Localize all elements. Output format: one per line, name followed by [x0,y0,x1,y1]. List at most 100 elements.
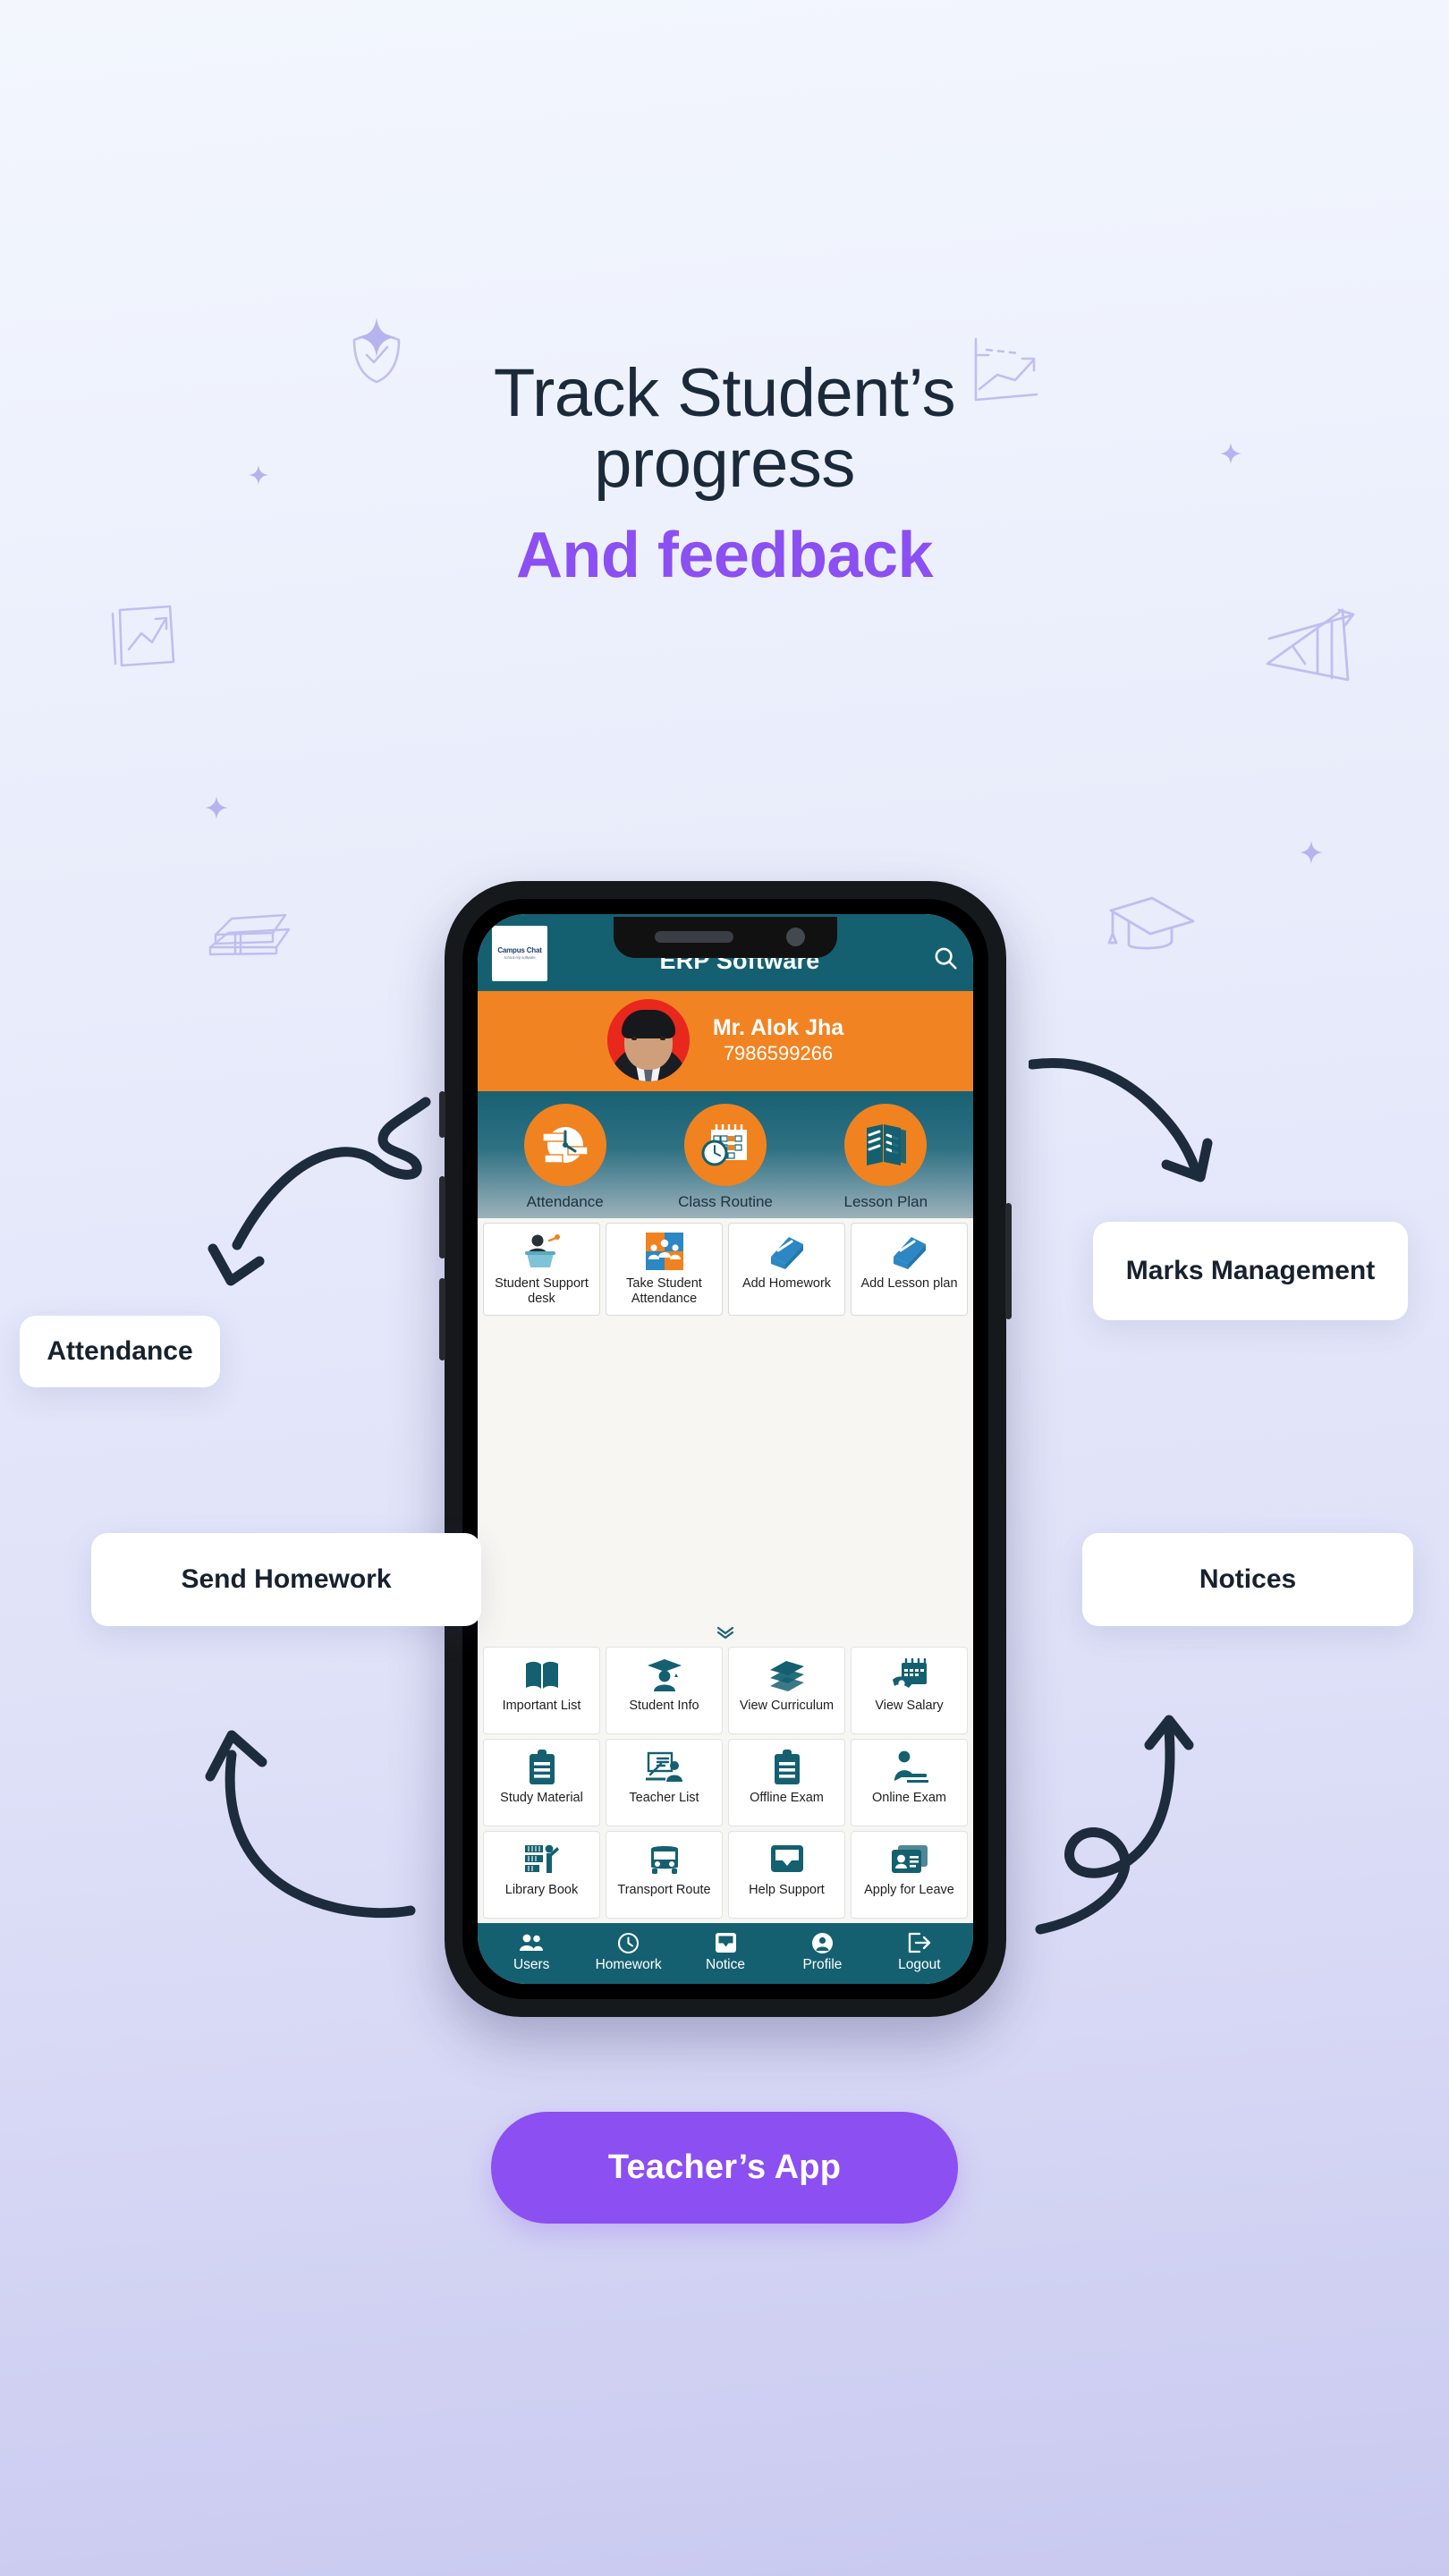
menu-item-teacher-list[interactable]: Teacher List [606,1739,723,1826]
app-logo: Campus Chat school erp software [492,926,547,981]
phone-mute-button[interactable] [439,1091,445,1138]
menu-grid-row: Study Material Teacher List Offline Exam… [483,1739,968,1826]
app-logo-text: Campus Chat [497,946,542,955]
id-card-icon [891,1840,928,1879]
quick-action-card[interactable]: Add Lesson plan [851,1223,968,1316]
clipboard-icon [773,1748,801,1787]
phone-notch [614,917,837,958]
book-icon [767,1231,807,1272]
logout-icon [871,1930,968,1955]
menu-item-label: Student Info [629,1699,699,1713]
quick-action-card[interactable]: Take Student Attendance [606,1223,723,1316]
sparkle-icon [205,796,228,824]
menu-grid: Important List Student Info View Curricu… [478,1647,973,1923]
inbox-icon [677,1930,774,1955]
profile-name: Mr. Alok Jha [712,1014,844,1040]
users-icon [483,1930,580,1955]
menu-item-label: Library Book [504,1883,579,1897]
profile-phone: 7986599266 [723,1042,834,1065]
person-icon [774,1930,870,1955]
clock-icon [580,1930,676,1955]
menu-item-label: Transport Route [617,1883,711,1897]
book-stack-icon [768,1656,806,1695]
bus-icon [648,1840,682,1879]
quick-action-label: Student Support desk [495,1276,589,1307]
phone-mockup: Campus Chat school erp software ERP Soft… [439,881,1012,2017]
menu-item-view-curriculum[interactable]: View Curriculum [728,1647,845,1734]
teacher-board-icon [645,1748,684,1787]
phone-power-button[interactable] [1005,1203,1012,1319]
nav-item-label: Profile [802,1957,843,1972]
bottom-navigation: Users Homework Notice Profile Logout [478,1923,973,1984]
menu-item-label: Help Support [749,1883,825,1897]
teachers-app-button[interactable]: Teacher’s App [491,2112,958,2224]
hero-line-1: Track Student’s [493,355,956,431]
hero-line-2: progress [594,426,855,503]
podium-speaker-icon [522,1231,562,1272]
search-icon[interactable] [932,945,959,976]
hero-line-3: And feedback [515,520,934,592]
photo-chart-book-icon [107,590,190,673]
nav-item-profile[interactable]: Profile [774,1930,870,1973]
menu-item-transport-route[interactable]: Transport Route [606,1831,723,1919]
menu-item-label: Apply for Leave [864,1883,954,1897]
feature-label: Class Routine [678,1193,773,1210]
curved-arrow-icon [192,1699,425,1936]
menu-grid-row: Important List Student Info View Curricu… [483,1647,968,1734]
app-logo-subtext: school erp software [504,955,536,961]
callout-notices[interactable]: Notices [1082,1533,1413,1626]
menu-item-view-salary[interactable]: View Salary [851,1647,968,1734]
menu-item-online-exam[interactable]: Online Exam [851,1739,968,1826]
calendar-clock-icon [683,1104,767,1186]
feature-lesson-plan[interactable]: Lesson Plan [807,1104,966,1211]
chevron-double-down-icon[interactable] [478,1624,973,1647]
nav-item-homework[interactable]: Homework [580,1930,676,1973]
quick-action-label: Add Homework [741,1276,832,1291]
feature-circle-row: Attendance Class Routine Lesson Plan [478,1091,973,1218]
menu-item-apply-for-leave[interactable]: Apply for Leave [851,1831,968,1919]
menu-item-important-list[interactable]: Important List [483,1647,600,1734]
students-group-icon [645,1231,683,1272]
profile-strip[interactable]: Mr. Alok Jha 7986599266 [478,991,973,1091]
feature-label: Attendance [526,1193,604,1210]
menu-item-label: Teacher List [629,1791,699,1805]
quick-action-card[interactable]: Student Support desk [483,1223,600,1316]
nav-item-users[interactable]: Users [483,1930,580,1973]
menu-item-study-material[interactable]: Study Material [483,1739,600,1826]
menu-item-label: Important List [502,1699,581,1713]
hero-heading: Track Student’s progress And feedback [0,358,1449,592]
menu-item-help-support[interactable]: Help Support [728,1831,845,1919]
curved-arrow-icon [1027,1055,1270,1239]
quick-action-label: Take Student Attendance [626,1276,702,1307]
feature-attendance[interactable]: Attendance [486,1104,645,1211]
callout-marks-management[interactable]: Marks Management [1093,1222,1408,1320]
nav-item-logout[interactable]: Logout [871,1930,968,1973]
menu-item-label: Online Exam [871,1791,946,1805]
nav-item-notice[interactable]: Notice [677,1930,774,1973]
clock-attendance-icon [523,1104,606,1186]
menu-item-label: Offline Exam [750,1791,824,1805]
nav-item-label: Homework [595,1957,662,1972]
clipboard-icon [528,1748,556,1787]
feature-class-routine[interactable]: Class Routine [646,1104,805,1211]
phone-volume-down-button[interactable] [439,1278,445,1360]
growth-chart-arrow-icon [1266,608,1364,694]
sparkle-icon [357,318,396,361]
callout-attendance[interactable]: Attendance [20,1316,220,1387]
books-icon [844,1104,928,1186]
feature-label: Lesson Plan [843,1193,928,1210]
callout-send-homework[interactable]: Send Homework [91,1533,481,1626]
content-blank-area [478,1321,973,1624]
quick-action-row: Student Support desk Take Student Attend… [478,1218,973,1321]
menu-item-label: View Salary [875,1699,944,1713]
sparkle-icon [1300,841,1323,869]
phone-volume-up-button[interactable] [439,1176,445,1258]
menu-item-offline-exam[interactable]: Offline Exam [728,1739,845,1826]
quick-action-label: Add Lesson plan [860,1276,958,1291]
menu-item-library-book[interactable]: Library Book [483,1831,600,1919]
salary-calendar-icon [891,1656,928,1695]
nav-item-label: Users [513,1957,550,1972]
menu-item-student-info[interactable]: Student Info [606,1647,723,1734]
menu-item-label: View Curriculum [739,1699,835,1713]
quick-action-card[interactable]: Add Homework [728,1223,845,1316]
